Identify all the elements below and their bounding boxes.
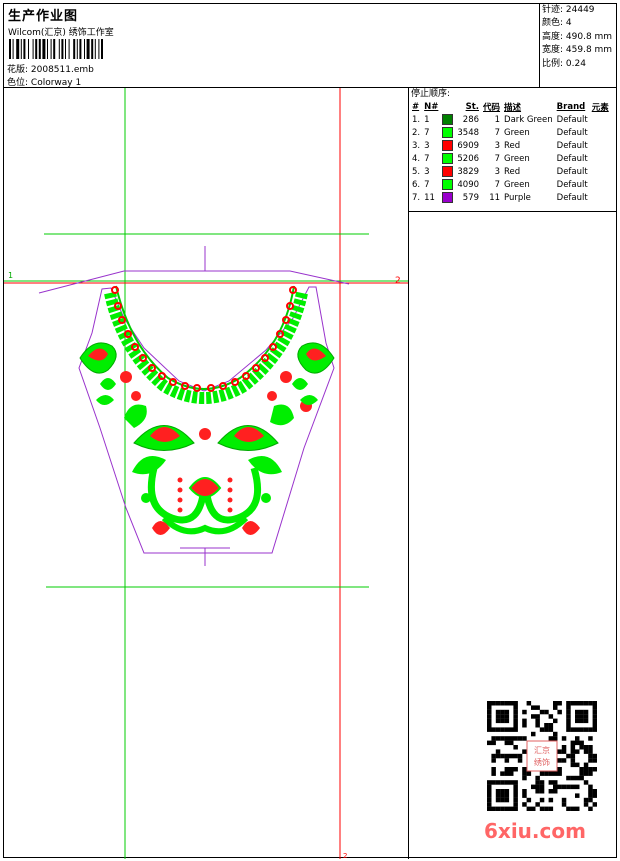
site-watermark: 6xiu.com — [484, 819, 586, 843]
studio-name: Wilcom(汇京) 绣饰工作室 — [8, 28, 114, 38]
design-file-label: 花版: — [7, 65, 31, 75]
color-swatch — [442, 179, 454, 190]
table-row: 7. 11 579 11 Purple Default — [412, 192, 588, 203]
worksheet: 生产作业图 Wilcom(汇京) 绣饰工作室 花版: 2008511.emb 色… — [3, 3, 617, 859]
central-floral-motif — [124, 391, 294, 535]
seal-text-top: 汇京 — [534, 745, 550, 755]
table-row: 1. 1 286 1 Dark Green Default — [412, 114, 588, 125]
marker-start: 1 — [8, 271, 13, 280]
color-swatch — [442, 114, 454, 125]
seal-text-bottom: 绣饰 — [534, 757, 550, 767]
color-swatch — [442, 192, 454, 203]
color-swatch — [442, 140, 454, 151]
colorway-label: 色位: — [7, 78, 31, 88]
stop-sequence-panel: 停止顺序: # N# St. 代码 描述 Brand 元素 1. 1 286 1 Dar… — [409, 88, 616, 212]
design-file-value: 2008511.emb — [30, 65, 94, 75]
table-row: 4. 7 5206 7 Green Default — [412, 153, 588, 164]
table-header: # N# St. 代码 描述 Brand 元素 — [412, 101, 609, 113]
marker-bottom: 2 — [343, 852, 347, 859]
stat-stitches: 针迹: 24449 — [542, 5, 595, 15]
neckline-beads — [111, 286, 297, 392]
neckline-inner-line — [115, 285, 295, 390]
table-row: 5. 3 3829 3 Red Default — [412, 166, 588, 177]
table-row: 3. 3 6909 3 Red Default — [412, 140, 588, 151]
stop-sequence-title: 停止顺序: — [411, 89, 451, 99]
embroidery-preview: 1 2 2 — [4, 88, 408, 859]
stat-height: 高度: 490.8 mm — [542, 31, 613, 42]
color-swatch — [442, 127, 454, 138]
stat-scale: 比例: 0.24 — [542, 58, 586, 69]
barcode — [9, 39, 103, 59]
table-row: 6. 7 4090 7 Green Default — [412, 179, 588, 190]
watermark-text: 6xiu.com — [484, 819, 586, 843]
page-title: 生产作业图 — [8, 9, 79, 24]
colorway-row: 色位: Colorway 1 — [7, 75, 81, 88]
qr-code: 汇京 绣饰 — [487, 701, 597, 811]
stat-colors: 颜色: 4 — [542, 18, 572, 29]
marker-end: 2 — [395, 276, 401, 286]
color-swatch — [442, 166, 454, 177]
design-file-row: 花版: 2008511.emb — [7, 62, 94, 75]
design-canvas: 1 2 2 — [4, 88, 409, 859]
design-stats: 针迹: 24449 颜色: 4 高度: 490.8 mm 宽度: 459.8 m… — [540, 4, 616, 88]
colorway-value: Colorway 1 — [30, 78, 82, 88]
stop-sequence-table: # N# St. 代码 描述 Brand 元素 1. 1 286 1 Dark Gree… — [410, 100, 611, 204]
table-row: 2. 7 3548 7 Green Default — [412, 127, 588, 138]
stat-width: 宽度: 459.8 mm — [542, 45, 613, 56]
color-swatch — [442, 153, 454, 164]
left-shoulder-motif — [79, 342, 132, 405]
header-info: 生产作业图 Wilcom(汇京) 绣饰工作室 花版: 2008511.emb 色… — [4, 4, 540, 88]
right-shoulder-motif — [280, 342, 335, 412]
